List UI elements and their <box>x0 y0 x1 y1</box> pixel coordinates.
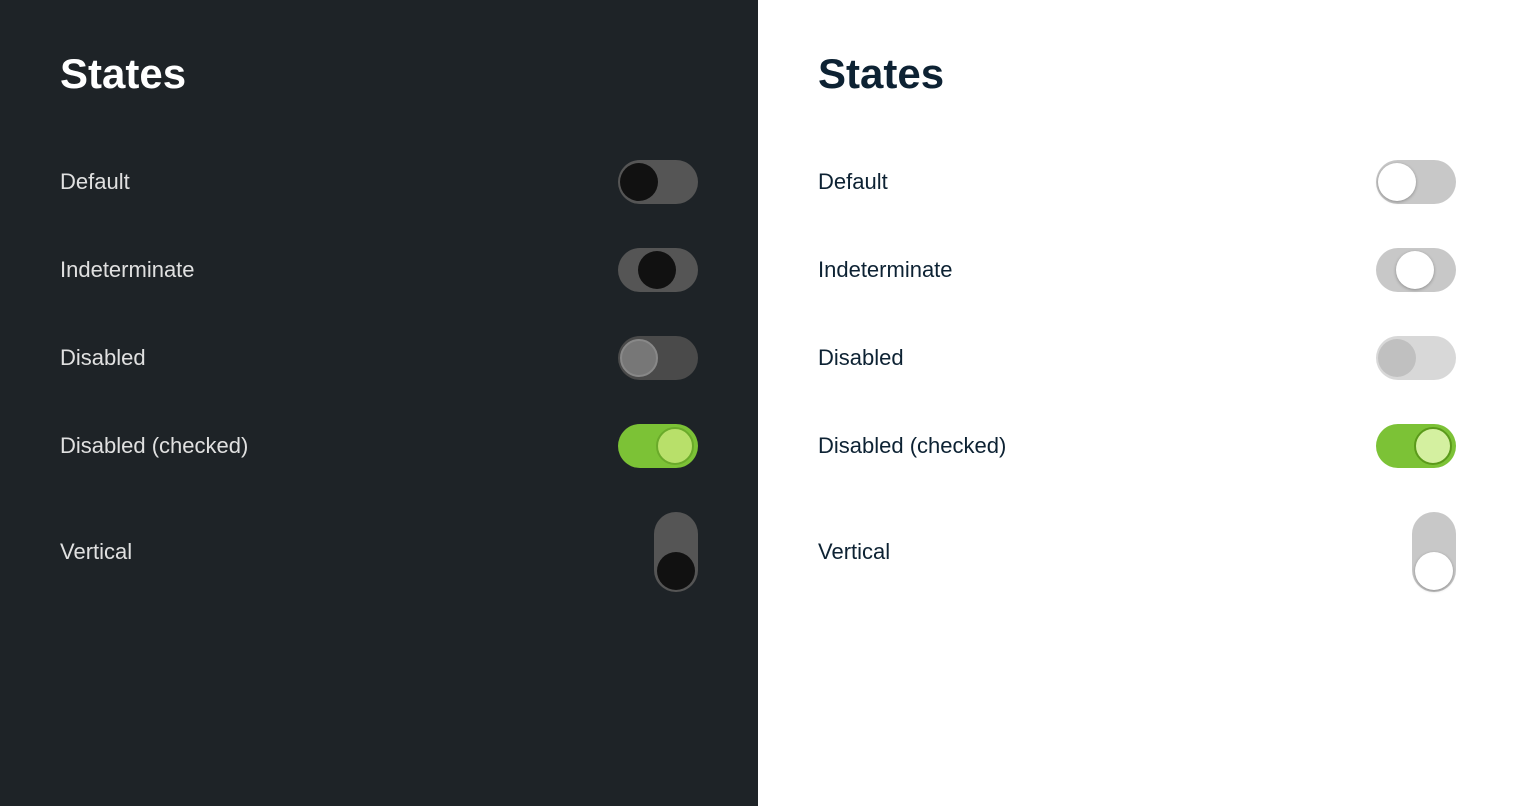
light-indeterminate-toggle[interactable] <box>1376 248 1456 292</box>
light-default-row: Default <box>818 138 1456 226</box>
light-disabled-checked-thumb <box>1414 427 1452 465</box>
dark-vertical-label: Vertical <box>60 539 132 565</box>
light-vertical-toggle[interactable] <box>1412 512 1456 592</box>
dark-panel: States Default Indeterminate Disabled Di… <box>0 0 758 806</box>
dark-default-row: Default <box>60 138 698 226</box>
dark-default-toggle[interactable] <box>618 160 698 204</box>
dark-indeterminate-row: Indeterminate <box>60 226 698 314</box>
light-disabled-checked-toggle <box>1376 424 1456 468</box>
dark-disabled-row: Disabled <box>60 314 698 402</box>
light-disabled-toggle <box>1376 336 1456 380</box>
dark-panel-title: States <box>60 50 698 98</box>
light-disabled-thumb <box>1378 339 1416 377</box>
light-vertical-label: Vertical <box>818 539 890 565</box>
dark-vertical-thumb <box>657 552 695 590</box>
light-disabled-label: Disabled <box>818 345 904 371</box>
dark-vertical-row: Vertical <box>60 490 698 614</box>
light-disabled-row: Disabled <box>818 314 1456 402</box>
light-vertical-thumb <box>1415 552 1453 590</box>
dark-indeterminate-toggle[interactable] <box>618 248 698 292</box>
dark-indeterminate-label: Indeterminate <box>60 257 195 283</box>
light-vertical-row: Vertical <box>818 490 1456 614</box>
light-indeterminate-thumb <box>1396 251 1434 289</box>
dark-disabled-checked-toggle <box>618 424 698 468</box>
dark-default-thumb <box>620 163 658 201</box>
light-panel-title: States <box>818 50 1456 98</box>
light-panel: States Default Indeterminate Disabled Di… <box>758 0 1516 806</box>
light-default-label: Default <box>818 169 888 195</box>
light-disabled-checked-label: Disabled (checked) <box>818 433 1006 459</box>
light-indeterminate-label: Indeterminate <box>818 257 953 283</box>
dark-indeterminate-thumb <box>638 251 676 289</box>
light-default-toggle[interactable] <box>1376 160 1456 204</box>
dark-disabled-checked-label: Disabled (checked) <box>60 433 248 459</box>
dark-default-label: Default <box>60 169 130 195</box>
dark-disabled-label: Disabled <box>60 345 146 371</box>
dark-disabled-checked-thumb <box>656 427 694 465</box>
light-default-thumb <box>1378 163 1416 201</box>
dark-vertical-toggle[interactable] <box>654 512 698 592</box>
dark-disabled-toggle <box>618 336 698 380</box>
dark-disabled-checked-row: Disabled (checked) <box>60 402 698 490</box>
dark-disabled-thumb <box>620 339 658 377</box>
light-indeterminate-row: Indeterminate <box>818 226 1456 314</box>
light-disabled-checked-row: Disabled (checked) <box>818 402 1456 490</box>
